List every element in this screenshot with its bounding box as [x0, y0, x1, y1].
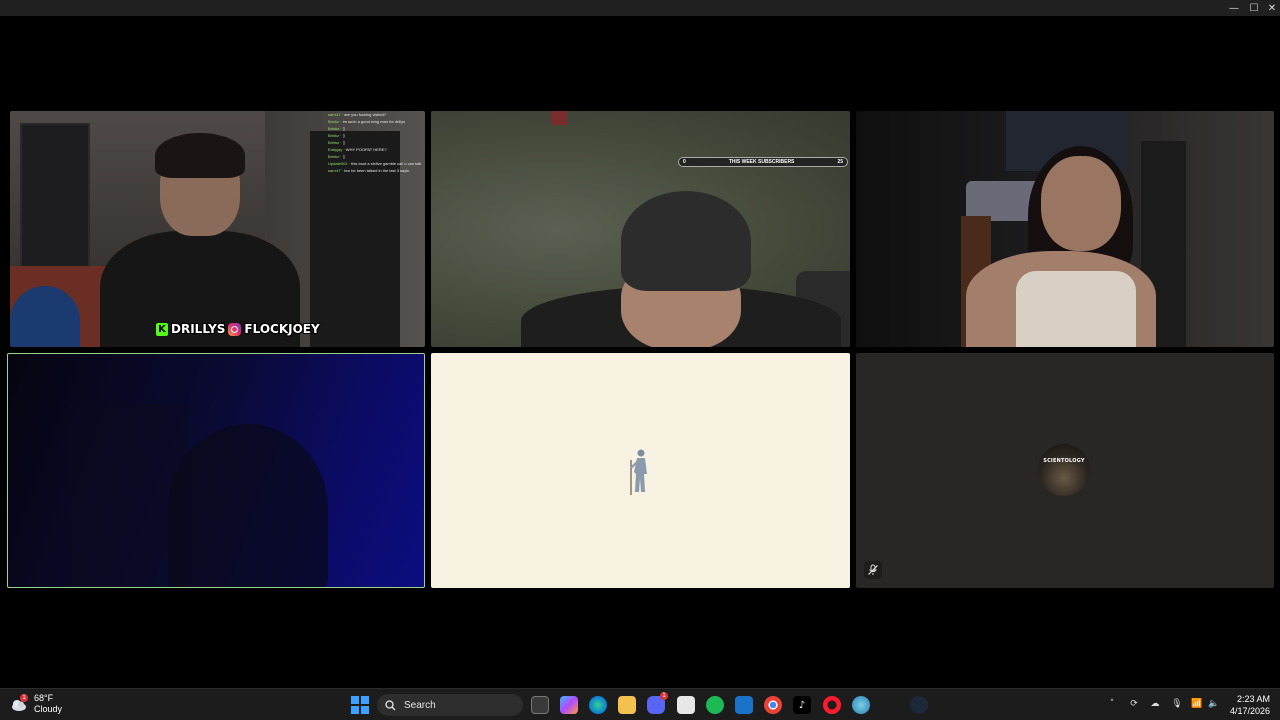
background-door: [20, 123, 90, 283]
copilot-icon[interactable]: [560, 696, 578, 714]
onedrive-icon[interactable]: ☁: [1148, 697, 1162, 711]
search-placeholder: Search: [404, 699, 436, 711]
minimize-button[interactable]: —: [1224, 0, 1244, 16]
chrome-icon[interactable]: [764, 696, 782, 714]
video-tile-participant-3[interactable]: [856, 111, 1274, 347]
edge-icon[interactable]: [589, 696, 607, 714]
kick-handle: DRILLYS: [171, 322, 226, 336]
chat-line: Brinkz · ▯: [328, 140, 345, 145]
system-clock[interactable]: 2:23 AM 4/17/2026: [1226, 693, 1270, 717]
video-tile-participant-5[interactable]: [431, 353, 850, 588]
participant-beanie: [621, 191, 751, 291]
weather-widget[interactable]: 1 68°F Cloudy: [10, 693, 62, 715]
chat-line: sarrr47 · bro he been talked in the last…: [328, 168, 410, 173]
social-handles-overlay: K DRILLYS FLOCKJOEY: [156, 322, 320, 336]
taskbar: 1 68°F Cloudy Search 1 ♪ ˄ ⟳ ☁ 🎙 📶 🔈 2:2…: [0, 688, 1280, 720]
weather-condition: Cloudy: [34, 704, 63, 714]
tiktok-icon[interactable]: ♪: [793, 696, 811, 714]
participant-video: [100, 133, 300, 347]
mic-muted-icon: [864, 561, 882, 579]
chat-line: Eddyjay · WHY POOPAT HERE?: [328, 147, 387, 152]
participant-video: [168, 424, 328, 587]
kick-icon: K: [156, 322, 168, 336]
spotify-icon[interactable]: [706, 696, 724, 714]
volume-icon[interactable]: 🔈: [1207, 697, 1221, 711]
subs-right-count: 25: [837, 159, 843, 165]
cloudy-weather-icon: 1: [10, 694, 28, 713]
close-button[interactable]: ✕: [1262, 0, 1280, 16]
stream-chat-overlay: sarrr47 · are you fucking visited? Brink…: [328, 111, 425, 174]
file-explorer-icon[interactable]: [618, 696, 636, 714]
subs-label: THIS WEEK SUBSCRIBERS: [728, 159, 795, 165]
participant-top: [1016, 271, 1136, 347]
instagram-handle: FLOCKJOEY: [244, 322, 320, 336]
opera-icon[interactable]: [823, 696, 841, 714]
chat-line: Brinkz · ▯: [328, 133, 345, 138]
steam-icon[interactable]: [910, 696, 928, 714]
clock-date: 4/17/2026: [1229, 706, 1270, 716]
wifi-icon[interactable]: 📶: [1190, 697, 1204, 711]
search-box[interactable]: Search: [377, 694, 523, 716]
tray-overflow-icon[interactable]: ˄: [1105, 697, 1119, 711]
outlook-icon[interactable]: [735, 696, 753, 714]
window-titlebar: — ☐ ✕: [0, 0, 1280, 16]
store-icon[interactable]: [677, 696, 695, 714]
video-tile-participant-4[interactable]: [7, 353, 425, 588]
avatar-label: SCIENTOLOGY: [1043, 458, 1085, 464]
chat-line: Brinkz · im such a good wing man for dri…: [328, 119, 406, 124]
sync-icon[interactable]: ⟳: [1127, 697, 1141, 711]
chat-line: Brinkz · ▯: [328, 126, 345, 131]
video-tile-participant-2[interactable]: 0 THIS WEEK SUBSCRIBERS 25: [431, 111, 850, 347]
maximize-button[interactable]: ☐: [1244, 0, 1264, 16]
instagram-icon: [228, 322, 242, 336]
search-icon: [385, 699, 396, 710]
video-tile-participant-6[interactable]: SCIENTOLOGY: [856, 353, 1274, 588]
chat-line: Brinkz · ▯: [328, 154, 345, 159]
participant-face: [1041, 156, 1121, 251]
clock-time: 2:23 AM: [1236, 694, 1270, 704]
subscriber-goal-bar: 0 THIS WEEK SUBSCRIBERS 25: [678, 157, 848, 167]
standing-figure-icon: [630, 449, 647, 495]
discord-icon[interactable]: 1: [647, 692, 668, 714]
background-object: [551, 111, 567, 125]
start-button[interactable]: [351, 696, 369, 714]
chat-line: sarrr47 · are you fucking visited?: [328, 112, 387, 117]
chat-line: Update001 · this bout a sixfive gamble c…: [328, 161, 422, 166]
avatar: SCIENTOLOGY: [1038, 444, 1090, 496]
subs-left-count: 0: [683, 159, 686, 165]
task-view-icon[interactable]: [531, 696, 549, 714]
weather-temp: 68°F: [34, 693, 54, 703]
video-tile-participant-1[interactable]: sarrr47 · are you fucking visited? Brink…: [10, 111, 425, 347]
microphone-video: [10, 286, 80, 347]
microphone-icon[interactable]: 🎙: [1170, 697, 1184, 711]
discord-badge: 1: [660, 692, 668, 700]
weather-badge: 1: [20, 694, 28, 702]
browser-icon[interactable]: [852, 696, 870, 714]
